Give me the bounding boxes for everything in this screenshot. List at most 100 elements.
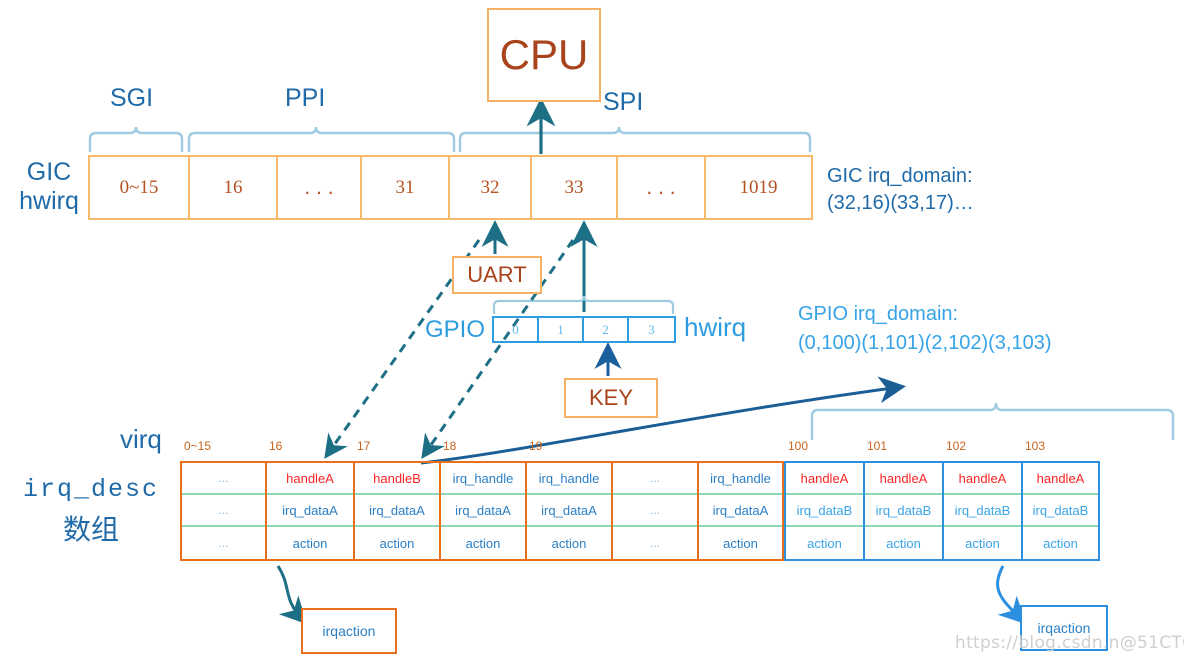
gic-label-line1: GIC — [26, 158, 72, 186]
gpio-cell-0: 0 — [494, 318, 539, 341]
irq-desc-cell: handleA — [865, 463, 942, 495]
irq-desc-column: 17 handleB irq_dataA action — [353, 439, 439, 561]
irq-desc-cell: action — [886, 535, 921, 551]
uart-box: UART — [452, 256, 542, 294]
irq-desc-column: 0~15......... — [180, 439, 265, 561]
irq-desc-cell: irq_handle — [527, 463, 611, 495]
group-label-ppi: PPI — [285, 84, 326, 112]
group-label-sgi: SGI — [110, 84, 154, 112]
irq-desc-name-cn: 数组 — [62, 513, 119, 546]
irq-desc-cells: ......... — [180, 461, 265, 561]
irq-desc-cell: irq_dataA — [355, 495, 439, 527]
gic-cell-2: . . . — [278, 157, 362, 218]
irq-desc-cell: irq_dataA — [441, 495, 525, 527]
gic-cell-3: 31 — [362, 157, 450, 218]
gpio-hwirq-row: 012 3 — [492, 316, 676, 343]
gpio-hwirq-label: hwirq — [684, 312, 747, 342]
arrow-action-to-irqaction-right — [996, 565, 1027, 625]
irq-desc-cell: action — [723, 535, 758, 551]
brace-sgi — [88, 126, 184, 152]
irq-desc-column: 16 handleA irq_dataAaction — [265, 439, 353, 561]
irq-desc-cells: handleA irq_dataB action — [942, 461, 1021, 561]
irq-desc-column: irq_handle irq_dataA action — [697, 461, 784, 561]
irq-desc-cell: ... — [182, 463, 265, 495]
irq-desc-column: 101 handleA irq_dataB action — [863, 439, 942, 561]
irq-desc-cell: ... — [649, 536, 660, 550]
irq-desc-cell: handleA — [1023, 463, 1098, 495]
virq-column-header-4: 19 — [529, 439, 543, 453]
irq-desc-cell: action — [292, 535, 328, 551]
gic-cell-7: 1019 — [739, 176, 778, 198]
irq-desc-table: 0~15......... 16 handleA irq_dataA action 17 h… — [180, 439, 1100, 561]
irq-desc-cell: ... — [182, 495, 265, 527]
brace-spi — [458, 126, 812, 152]
gpio-note-line2: (0,100)(1,101)(2,102)(3,103) — [798, 332, 1052, 354]
gpio-cell-2: 2 — [584, 318, 629, 341]
virq-column-header-7: 100 — [788, 439, 809, 453]
arrow-gpio-domain-mapping — [420, 376, 906, 465]
irq-desc-cells: irq_handle irq_dataA action — [697, 461, 784, 561]
uart-label: UART — [467, 262, 527, 287]
irq-desc-cell: irq_dataA — [699, 495, 782, 527]
virq-column-header-2: 17 — [357, 439, 371, 453]
irq-desc-cell: handleA — [786, 463, 863, 495]
gpio-label: GPIO — [425, 316, 486, 343]
virq-column-header-1: 16 — [269, 439, 283, 453]
gpio-irq-domain-note: GPIO irq_domain: (0,100)(1,101)(2,102)(3… — [798, 300, 1051, 358]
irq-desc-cell: ... — [218, 536, 229, 550]
gic-label-line2: hwirq — [19, 187, 79, 215]
irq-desc-cell: handleB — [355, 463, 439, 495]
irq-desc-cells: handleA irq_dataAaction — [265, 461, 353, 561]
diagram-canvas: CPU SGI PPI SPI GIC hwirq 0~15 16. . . 31 3… — [0, 0, 1184, 658]
brace-ppi — [187, 126, 456, 152]
irq-desc-cell: irq_dataA — [267, 495, 353, 527]
watermark: https://blog.csdn.n@51CTO博客 — [955, 628, 1184, 653]
gpio-note-line1: GPIO irq_domain: — [798, 303, 959, 325]
gic-cell-1: 16 — [190, 157, 278, 218]
irq-desc-cell: handleA — [944, 463, 1021, 495]
irq-desc-cell: irq_dataB — [786, 495, 863, 527]
gic-cell-5: 33 — [532, 157, 618, 218]
irqaction-left-label: irqaction — [322, 623, 376, 639]
irq-desc-cells: handleA irq_dataBaction — [784, 461, 863, 561]
virq-column-header-3: 18 — [443, 439, 457, 453]
gic-note-line2: (32,16)(33,17)… — [827, 192, 974, 214]
irq-desc-cell: ... — [613, 495, 697, 527]
irq-desc-cell: action — [551, 535, 587, 551]
gic-hwirq-row: 0~15 16. . . 31 32 33. . . 1019 — [88, 155, 813, 220]
irq-desc-cell: irq_dataA — [527, 495, 611, 527]
irq-desc-column: 19 irq_handle irq_dataAaction — [525, 439, 611, 561]
virq-column-header-9: 102 — [946, 439, 967, 453]
irqaction-box-left: irqaction — [301, 608, 397, 654]
irq-desc-cell: action — [807, 535, 842, 551]
gic-cell-6: . . . — [618, 157, 706, 218]
brace-gpio-hwirq — [492, 295, 675, 314]
virq-column-header-0: 0~15 — [184, 439, 212, 453]
cpu-box: CPU — [487, 8, 601, 102]
key-label: KEY — [588, 385, 634, 410]
irq-desc-column: 18 irq_handle irq_dataAaction — [439, 439, 525, 561]
irq-desc-cell: ... — [613, 463, 697, 495]
irq-desc-cells: handleA irq_dataB action — [863, 461, 942, 561]
gpio-cell-1: 1 — [539, 318, 584, 341]
gic-cell-4: 32 — [450, 157, 532, 218]
key-box: KEY — [564, 378, 658, 418]
irq-desc-cells: ......... — [611, 461, 697, 561]
irq-desc-cells: irq_handle irq_dataAaction — [439, 461, 525, 561]
group-label-spi: SPI — [603, 88, 644, 116]
virq-column-header-10: 103 — [1025, 439, 1046, 453]
gic-hwirq-label: GIC hwirq — [14, 158, 84, 216]
irq-desc-cell: action — [965, 535, 1000, 551]
irq-desc-cell: action — [1043, 535, 1078, 551]
brace-virq-100-103 — [810, 402, 1175, 440]
irq-desc-column: 100 handleA irq_dataBaction — [784, 439, 863, 561]
irq-desc-cell: handleA — [267, 463, 353, 495]
irq-desc-cells: handleB irq_dataA action — [353, 461, 439, 561]
irq-desc-cell: irq_handle — [441, 463, 525, 495]
virq-column-header-8: 101 — [867, 439, 888, 453]
irq-desc-cell: irq_dataB — [1023, 495, 1098, 527]
irq-desc-cells: irq_handle irq_dataAaction — [525, 461, 611, 561]
irq-desc-column: 103 handleA irq_dataBaction — [1021, 439, 1100, 561]
irq-desc-cell: action — [465, 535, 501, 551]
gic-irq-domain-note: GIC irq_domain: (32,16)(33,17)… — [827, 163, 974, 217]
